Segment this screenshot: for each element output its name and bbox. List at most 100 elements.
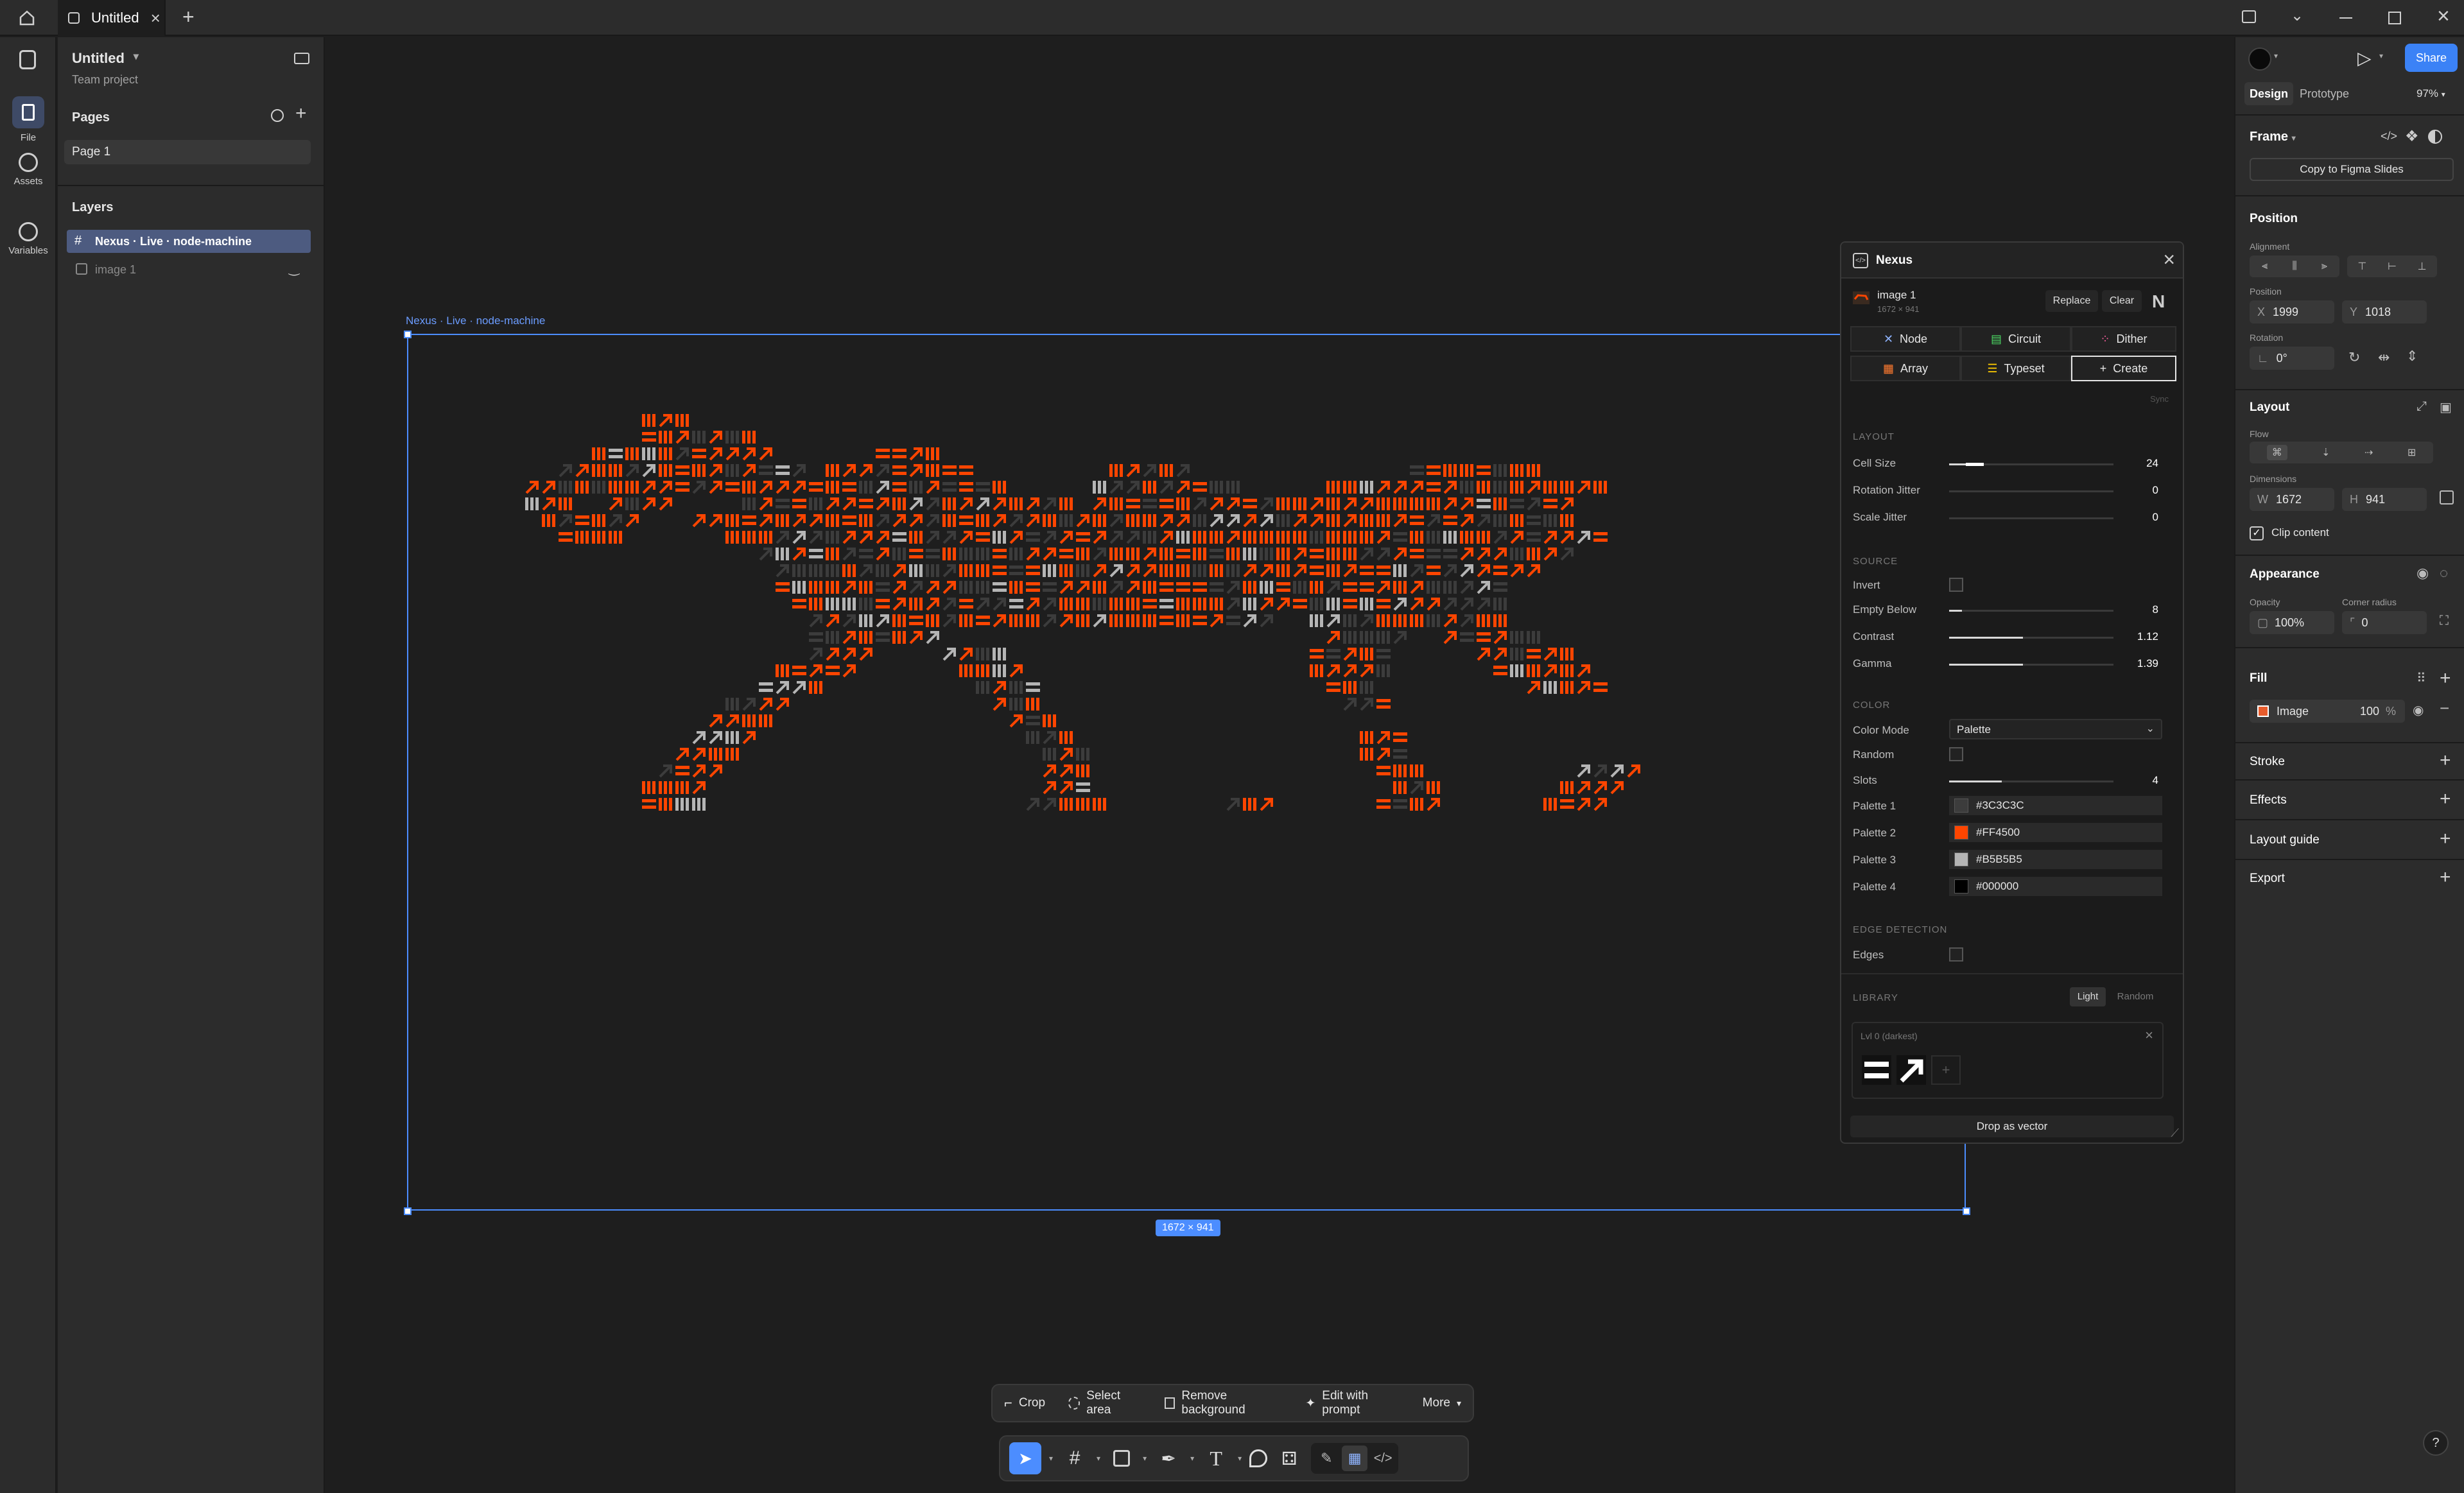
- flow-grid-icon[interactable]: ⊞: [2408, 446, 2416, 459]
- independent-corners-icon[interactable]: ⛶: [2440, 614, 2449, 628]
- align-center-icon[interactable]: ⫼: [2292, 261, 2296, 272]
- flip-vertical-icon[interactable]: ⇕: [2406, 348, 2418, 365]
- sync-label[interactable]: Sync: [2150, 394, 2169, 404]
- align-middle-icon[interactable]: ⊢: [2388, 260, 2397, 273]
- opacity-field[interactable]: ▢ 100%: [2250, 611, 2334, 634]
- frame-type-dropdown[interactable]: Frame ▾: [2250, 130, 2296, 144]
- comment-tool-icon[interactable]: [1249, 1449, 1268, 1467]
- flow-vertical-icon[interactable]: ⇣: [2321, 446, 2330, 459]
- close-icon[interactable]: ×: [2145, 1027, 2153, 1044]
- file-name-menu[interactable]: Untitled ▾: [72, 50, 139, 67]
- dev-code-icon[interactable]: </>: [2381, 130, 2397, 143]
- text-tool-icon[interactable]: T: [1202, 1447, 1230, 1471]
- rotation-jitter-slider[interactable]: [1949, 490, 2113, 492]
- help-button[interactable]: ?: [2423, 1430, 2449, 1456]
- rotation-field[interactable]: ∟ 0°: [2250, 347, 2334, 370]
- chevron-down-icon[interactable]: ▾: [2379, 51, 2383, 60]
- home-icon[interactable]: [18, 9, 36, 27]
- actions-icon[interactable]: ⚃: [1275, 1448, 1303, 1469]
- remove-fill-icon[interactable]: −: [2440, 698, 2449, 718]
- cell-size-slider[interactable]: [1949, 463, 2113, 466]
- flip-horizontal-icon[interactable]: ⇹: [2378, 349, 2390, 366]
- fill-styles-icon[interactable]: ⠿: [2416, 670, 2426, 686]
- close-icon[interactable]: ×: [2437, 4, 2450, 29]
- palette-1-swatch[interactable]: #3C3C3C: [1949, 796, 2162, 815]
- align-top-icon[interactable]: ⊤: [2357, 260, 2366, 273]
- close-tab-icon[interactable]: ×: [151, 8, 161, 28]
- fill-visibility-icon[interactable]: ◉: [2413, 702, 2424, 718]
- new-tab-icon[interactable]: +: [182, 5, 195, 29]
- panel-layout-icon[interactable]: [294, 53, 309, 64]
- library-random-button[interactable]: Random: [2110, 987, 2161, 1006]
- random-checkbox[interactable]: [1949, 747, 1963, 761]
- blend-mode-icon[interactable]: ◌: [2440, 565, 2448, 582]
- layer-row-frame[interactable]: # Nexus · Live · node-machine: [67, 230, 311, 253]
- add-layout-guide-icon[interactable]: +: [2440, 829, 2451, 849]
- add-glyph-button[interactable]: +: [1931, 1055, 1961, 1085]
- palette-4-chip[interactable]: [1954, 879, 1968, 893]
- move-tool-icon[interactable]: ➤: [1009, 1442, 1041, 1474]
- canvas[interactable]: Nexus · Live · node-machine 1672 × 941 ⌐…: [326, 37, 2233, 1493]
- selected-frame[interactable]: [407, 334, 1966, 1211]
- sidebar-toggle-icon[interactable]: [2242, 10, 2256, 23]
- invert-checkbox[interactable]: [1949, 578, 1963, 592]
- resize-handle[interactable]: [404, 1207, 412, 1215]
- remove-background-button[interactable]: Remove background: [1153, 1389, 1294, 1417]
- resize-corner-icon[interactable]: ⟋: [2171, 1126, 2179, 1140]
- glyph-bars[interactable]: [1862, 1055, 1891, 1085]
- height-field[interactable]: H 941: [2342, 488, 2427, 511]
- palette-4-swatch[interactable]: #000000: [1949, 877, 2162, 896]
- frame-tool-icon[interactable]: #: [1061, 1447, 1089, 1469]
- add-fill-icon[interactable]: +: [2440, 669, 2451, 688]
- design-mode-icon[interactable]: ▦: [1342, 1446, 1368, 1471]
- align-right-icon[interactable]: ⫸: [2321, 261, 2327, 272]
- rectangle-tool-icon[interactable]: [1113, 1450, 1131, 1467]
- palette-1-chip[interactable]: [1954, 798, 1968, 813]
- figma-menu-icon[interactable]: [19, 50, 36, 69]
- mode-create-button[interactable]: + Create: [2071, 356, 2176, 381]
- palette-2-swatch[interactable]: #FF4500: [1949, 823, 2162, 842]
- crop-button[interactable]: ⌐ Crop: [993, 1395, 1057, 1411]
- hidden-eye-icon[interactable]: ‿: [289, 261, 299, 277]
- page-item[interactable]: Page 1: [64, 140, 311, 164]
- add-stroke-icon[interactable]: +: [2440, 751, 2451, 770]
- edit-with-prompt-button[interactable]: ✦ Edit with prompt: [1294, 1389, 1410, 1417]
- resize-to-fit-icon[interactable]: [2440, 490, 2454, 505]
- align-bottom-icon[interactable]: ⊥: [2418, 260, 2427, 273]
- add-page-icon[interactable]: +: [295, 103, 307, 125]
- glyph-arrow[interactable]: [1896, 1055, 1926, 1085]
- share-button[interactable]: Share: [2405, 44, 2458, 72]
- chevron-down-icon[interactable]: ⌄: [2291, 6, 2303, 25]
- pen-tool-icon[interactable]: ✒: [1154, 1448, 1183, 1469]
- empty-below-slider[interactable]: [1949, 610, 2113, 612]
- gamma-slider[interactable]: [1949, 664, 2113, 666]
- palette-2-chip[interactable]: [1954, 825, 1968, 840]
- slots-slider[interactable]: [1949, 781, 2113, 782]
- tab-design[interactable]: Design: [2244, 82, 2293, 105]
- width-field[interactable]: W 1672: [2250, 488, 2334, 511]
- auto-layout-icon[interactable]: ⤢: [2416, 399, 2427, 414]
- resize-handle[interactable]: [404, 331, 412, 338]
- more-button[interactable]: More ▾: [1411, 1396, 1473, 1410]
- resize-handle[interactable]: [1963, 1207, 1970, 1215]
- copy-to-slides-button[interactable]: Copy to Figma Slides: [2250, 158, 2454, 181]
- maximize-icon[interactable]: [2388, 12, 2401, 24]
- component-icon[interactable]: ❖: [2405, 127, 2419, 146]
- palette-3-chip[interactable]: [1954, 852, 1968, 867]
- select-area-button[interactable]: Select area: [1057, 1389, 1153, 1417]
- grid-layout-icon[interactable]: ▣: [2440, 399, 2452, 415]
- zoom-dropdown[interactable]: 97% ▾: [2416, 82, 2445, 106]
- y-field[interactable]: Y 1018: [2342, 300, 2427, 324]
- corner-radius-field[interactable]: ⌜ 0: [2342, 611, 2427, 634]
- mode-node-button[interactable]: ✕ Node: [1850, 326, 1961, 352]
- add-export-icon[interactable]: +: [2440, 868, 2451, 887]
- visibility-eye-icon[interactable]: ◉: [2416, 565, 2429, 582]
- layer-row-image[interactable]: image 1 ‿: [67, 258, 311, 281]
- add-effect-icon[interactable]: +: [2440, 790, 2451, 809]
- present-icon[interactable]: ▷: [2357, 47, 2372, 69]
- align-left-icon[interactable]: ⫷: [2262, 261, 2268, 272]
- replace-button[interactable]: Replace: [2045, 290, 2098, 312]
- clip-content-checkbox[interactable]: ✓: [2250, 526, 2264, 540]
- rotate-icon[interactable]: ↻: [2348, 349, 2360, 366]
- flow-horizontal-icon[interactable]: ⇢: [2364, 446, 2373, 459]
